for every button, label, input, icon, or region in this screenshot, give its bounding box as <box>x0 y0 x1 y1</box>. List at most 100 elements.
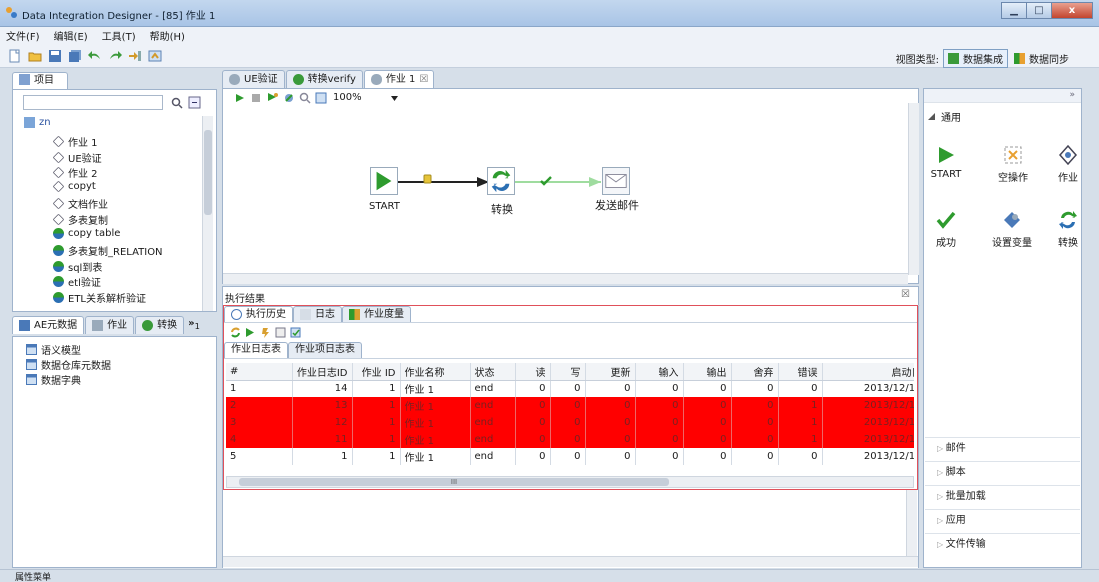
tab-ae-metadata[interactable]: AE元数据 <box>12 316 85 334</box>
open-folder-icon[interactable] <box>28 49 42 63</box>
column-header[interactable]: 作业 ID <box>352 363 401 381</box>
show-errors-icon[interactable] <box>260 327 271 338</box>
stop-icon[interactable] <box>251 93 261 103</box>
column-header[interactable]: 输出 <box>683 363 732 381</box>
palette-section[interactable]: ▷ 应用 <box>925 509 1080 532</box>
tab-exec-history[interactable]: 执行历史 <box>224 306 293 322</box>
table-hscroll-thumb[interactable]: III <box>239 478 669 486</box>
project-scrollbar[interactable] <box>202 116 213 311</box>
debug-run-icon[interactable] <box>267 92 279 104</box>
tab-job-metrics[interactable]: 作业度量 <box>342 306 411 322</box>
palette-section[interactable]: ▷ 邮件 <box>925 437 1080 460</box>
impact-icon[interactable] <box>315 92 327 104</box>
menu-edit[interactable]: 编辑(E) <box>54 28 88 43</box>
node-send-mail[interactable] <box>602 167 630 195</box>
save-icon[interactable] <box>48 49 62 63</box>
column-header[interactable]: 舍弃 <box>731 363 779 381</box>
import-icon[interactable] <box>128 49 142 63</box>
zoom-level[interactable]: 100% <box>333 92 362 103</box>
palette-item-transform[interactable]: 转换 <box>1048 210 1088 249</box>
tab-job[interactable]: 作业 <box>85 316 135 334</box>
tab-log[interactable]: 日志 <box>293 306 342 322</box>
menu-file[interactable]: 文件(F) <box>6 28 40 43</box>
preview-icon[interactable] <box>283 92 295 104</box>
clear-log-icon[interactable] <box>275 327 286 338</box>
tree-item-1[interactable]: UE验证 <box>52 150 102 165</box>
tree-item-8[interactable]: sql到表 <box>53 259 102 274</box>
check-icon[interactable] <box>299 92 311 104</box>
canvas-hscroll[interactable] <box>223 273 908 284</box>
column-header[interactable]: 写 <box>550 363 586 381</box>
tree-item-2[interactable]: 作业 2 <box>52 165 98 180</box>
column-header[interactable]: 读 <box>515 363 551 381</box>
column-header[interactable]: 作业名称 <box>400 363 471 381</box>
palette-item-success[interactable]: 成功 <box>926 210 966 249</box>
minimize-button[interactable]: ▁ <box>1001 2 1027 19</box>
tab-transform-verify[interactable]: 转换verify <box>285 70 363 88</box>
zoom-dropdown-icon[interactable] <box>391 96 398 101</box>
close-button[interactable]: x <box>1051 2 1093 19</box>
canvas-vscroll[interactable] <box>908 103 919 275</box>
tree-item-data-dictionary[interactable]: 数据字典 <box>26 372 81 387</box>
node-transform[interactable] <box>487 167 515 195</box>
refresh-icon[interactable] <box>230 327 241 338</box>
tree-item-7[interactable]: 多表复制_RELATION <box>53 243 163 258</box>
tree-item-6[interactable]: copy table <box>53 227 120 239</box>
table-row[interactable]: 511作业 1end00000002013/12/19 <box>226 448 914 465</box>
save-all-icon[interactable] <box>68 49 82 63</box>
export-log-icon[interactable] <box>290 327 301 338</box>
tab-job-log-table[interactable]: 作业日志表 <box>224 342 288 358</box>
table-row[interactable]: 4111作业 1end00000012013/12/19 <box>226 431 914 448</box>
menu-tools[interactable]: 工具(T) <box>102 28 136 43</box>
tree-item-5[interactable]: 多表复制 <box>52 212 108 227</box>
project-search-input[interactable] <box>23 95 163 110</box>
tree-item-9[interactable]: etl验证 <box>53 274 101 289</box>
menu-help[interactable]: 帮助(H) <box>150 28 185 43</box>
table-row[interactable]: 1141作业 1end00000002013/12/19 <box>226 380 914 397</box>
tree-item-0[interactable]: 作业 1 <box>52 134 98 149</box>
redo-icon[interactable] <box>108 49 122 63</box>
results-close-button[interactable]: ☒ <box>901 289 910 300</box>
maximize-button[interactable]: □ <box>1026 2 1052 19</box>
tab-ue-validate[interactable]: UE验证 <box>222 70 285 88</box>
column-header[interactable]: 更新 <box>585 363 636 381</box>
column-header[interactable]: 状态 <box>470 363 516 381</box>
column-header[interactable]: 作业日志ID <box>292 363 353 381</box>
palette-collapse-button[interactable]: » <box>1069 90 1075 100</box>
tree-item-4[interactable]: 文档作业 <box>52 196 108 211</box>
column-header[interactable]: 错误 <box>778 363 823 381</box>
tab-job-entry-log-table[interactable]: 作业项日志表 <box>288 342 362 358</box>
tab-project[interactable]: 项目 <box>12 72 68 90</box>
table-hscroll[interactable]: III <box>226 476 914 488</box>
palette-item-job[interactable]: 作业 <box>1048 145 1088 184</box>
export-icon[interactable] <box>148 49 162 63</box>
table-row[interactable]: 2131作业 1end00000012013/12/19 <box>226 397 914 414</box>
data-sync-view-button[interactable]: 数据同步 <box>1029 51 1069 66</box>
more-tabs-button[interactable]: »1 <box>185 316 200 336</box>
palette-item-noop[interactable]: 空操作 <box>993 145 1033 184</box>
replay-icon[interactable] <box>245 327 256 338</box>
node-start[interactable] <box>370 167 398 195</box>
close-tab-icon[interactable]: ☒ <box>419 72 428 88</box>
results-vscroll[interactable] <box>906 490 917 556</box>
palette-section[interactable]: ▷ 脚本 <box>925 461 1080 484</box>
palette-section-general[interactable]: 通用 <box>928 109 961 124</box>
tree-root-zn[interactable]: zn <box>24 117 51 128</box>
tab-job-1[interactable]: 作业 1 ☒ <box>363 70 434 88</box>
table-row[interactable]: 3121作业 1end00000012013/12/19 <box>226 414 914 431</box>
undo-icon[interactable] <box>88 49 102 63</box>
search-icon[interactable] <box>171 97 183 109</box>
collapse-all-icon[interactable] <box>188 96 201 109</box>
tree-item-semantic-model[interactable]: 语义模型 <box>26 342 81 357</box>
palette-section[interactable]: ▷ 批量加载 <box>925 485 1080 508</box>
palette-item-set-variable[interactable]: 设置变量 <box>987 210 1037 249</box>
tree-item-10[interactable]: ETL关系解析验证 <box>53 290 146 305</box>
new-file-icon[interactable] <box>8 49 22 63</box>
column-header[interactable]: 启动日 <box>822 363 914 381</box>
results-hscroll[interactable] <box>223 556 918 567</box>
run-icon[interactable] <box>235 93 245 103</box>
column-header[interactable]: # <box>226 363 293 381</box>
tree-item-warehouse-metadata[interactable]: 数据仓库元数据 <box>26 357 111 372</box>
palette-item-start[interactable]: START <box>926 145 966 180</box>
data-integration-view-button[interactable]: 数据集成 <box>943 49 1008 68</box>
